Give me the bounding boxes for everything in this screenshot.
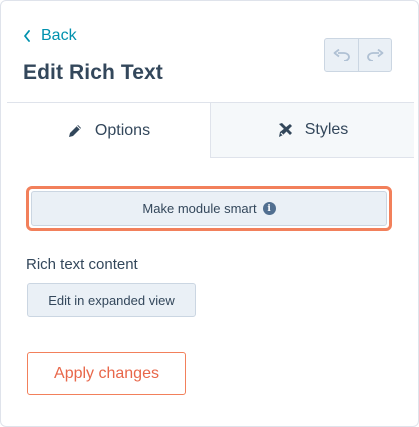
edit-expanded-view-button[interactable]: Edit in expanded view — [27, 283, 196, 317]
make-module-smart-label: Make module smart — [142, 201, 257, 216]
back-link[interactable]: Back — [23, 26, 77, 46]
undo-button[interactable] — [325, 39, 358, 71]
back-label: Back — [41, 27, 77, 44]
page-title: Edit Rich Text — [23, 61, 163, 84]
apply-changes-button[interactable]: Apply changes — [27, 352, 186, 395]
edit-module-panel: Back Edit Rich Text Options Styles Make … — [0, 0, 419, 427]
tab-styles[interactable]: Styles — [211, 103, 414, 158]
rich-text-content-label: Rich text content — [26, 256, 138, 273]
tab-options-label: Options — [94, 121, 151, 139]
tab-options[interactable]: Options — [7, 103, 211, 158]
info-icon[interactable]: i — [262, 202, 276, 215]
redo-icon — [367, 49, 384, 61]
brush-icon — [278, 123, 292, 137]
make-smart-highlight: Make module smart i — [26, 186, 392, 231]
editor-tabs: Options Styles — [7, 102, 414, 158]
chevron-left-icon — [24, 30, 30, 42]
tab-styles-label: Styles — [304, 121, 349, 138]
undo-icon — [333, 49, 350, 61]
pencil-icon — [68, 124, 81, 137]
redo-button[interactable] — [358, 39, 391, 71]
make-module-smart-button[interactable]: Make module smart i — [31, 191, 387, 226]
undo-redo-group — [324, 38, 392, 72]
